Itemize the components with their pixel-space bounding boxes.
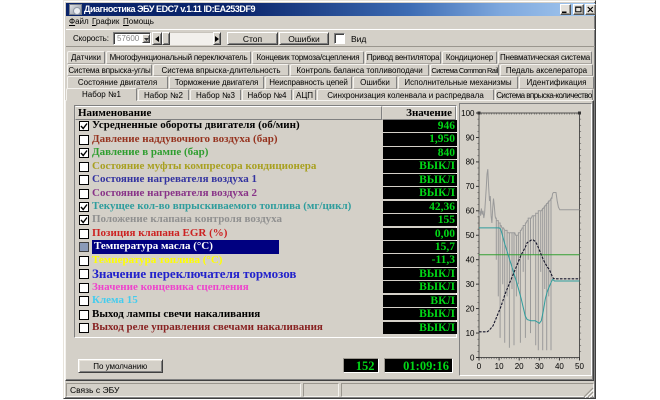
svg-text:20: 20 [515,362,524,371]
svg-text:20: 20 [466,304,475,313]
svg-text:100: 100 [461,108,475,117]
svg-text:60: 60 [466,206,475,215]
svg-text:10: 10 [466,328,475,337]
svg-text:10: 10 [495,362,504,371]
svg-text:0: 0 [477,362,482,371]
svg-text:80: 80 [466,157,475,166]
svg-text:30: 30 [466,279,475,288]
svg-text:40: 40 [555,362,564,371]
svg-text:70: 70 [466,182,475,191]
svg-text:50: 50 [466,231,475,240]
svg-text:50: 50 [575,362,584,371]
svg-text:0: 0 [470,353,475,362]
svg-text:30: 30 [535,362,544,371]
svg-text:90: 90 [466,133,475,142]
svg-text:40: 40 [466,255,475,264]
